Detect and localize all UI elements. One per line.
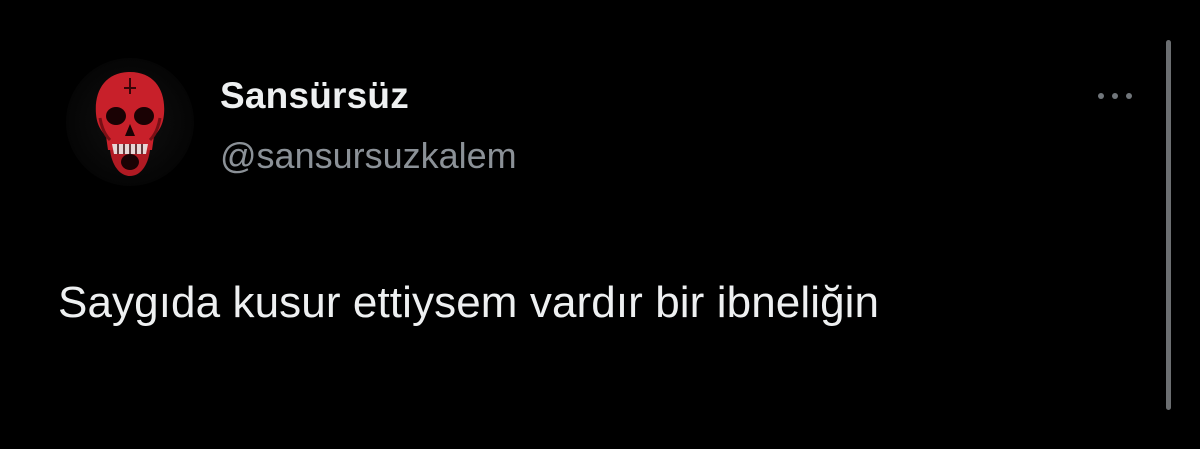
more-options-icon xyxy=(1098,93,1104,99)
red-skull-icon xyxy=(95,72,165,176)
user-handle[interactable]: @sansursuzkalem xyxy=(220,135,517,177)
more-options-button[interactable] xyxy=(1092,84,1138,108)
tweet-text: Saygıda kusur ettiysem vardır bir ibneli… xyxy=(58,278,880,327)
avatar[interactable] xyxy=(66,58,194,186)
scrollbar[interactable] xyxy=(1166,40,1171,410)
display-name[interactable]: Sansürsüz xyxy=(220,75,409,117)
tweet-card[interactable]: Sansürsüz @sansursuzkalem Saygıda kusur … xyxy=(0,0,1200,449)
